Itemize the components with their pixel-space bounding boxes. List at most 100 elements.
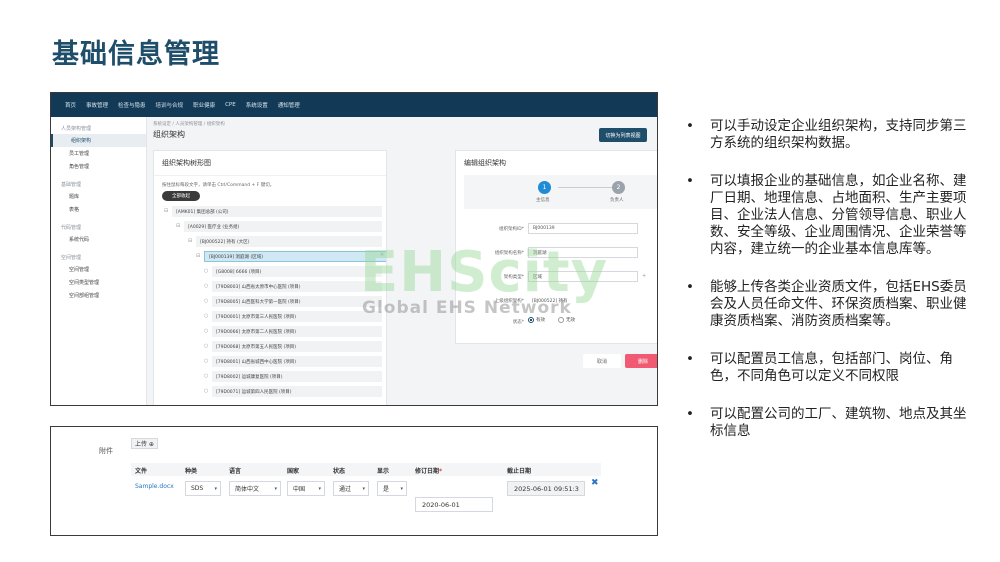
tree-node[interactable]: [A0029] 医疗业 (业务组) [184,221,382,232]
column-header: 国家 [287,468,300,475]
leaf-circle-icon: ○ [204,388,209,394]
column-header-text: 修订日期 [415,468,440,475]
feature-item: • 可以填报企业的基础信息，如企业名称、建厂日期、地理信息、占地面积、生产主要项目… [686,173,976,258]
sidebar-item-org[interactable]: 组织架构 [51,134,146,147]
tree-node[interactable]: [79D0068] 太原市第五人民医院 (项目) [212,341,382,352]
column-header: 显示 [377,468,390,475]
leaf-circle-icon: ○ [204,298,209,304]
nav-item[interactable]: 首页 [65,101,76,109]
breadcrumb[interactable]: 系统设定 / 人员架构管理 / 组织架构 [153,121,225,127]
sidebar-item-employees[interactable]: 员工管理 [51,147,146,160]
sidebar: 人员架构管理 组织架构 员工管理 角色管理 基础管理 题库 表格 代码管理 系统… [51,117,147,405]
expiry-date-input[interactable]: 2025-06-01 09:51:3 [507,481,585,496]
sidebar-item-space[interactable]: 空间管理 [51,263,146,276]
feature-text: 能够上传各类企业资质文件，包括EHS委员会及人员任命文件、环保资质档案、职业健康… [710,279,967,329]
feature-item: • 可以配置员工信息，包括部门、岗位、角色，不同角色可以定义不同权限 [686,351,976,385]
sidebar-item-space-type[interactable]: 空间类型管理 [51,276,146,289]
sidebar-group-title: 人员架构管理 [61,126,92,132]
top-nav: 首页 事故管理 检查与隐患 培训与合规 职业健康 CPE 系统设置 通知管理 [51,93,657,117]
nav-item[interactable]: 职业健康 [193,101,215,109]
display-select[interactable]: 是 ▾ [377,481,407,496]
tree-node[interactable]: [79D8003] 山西省太原市中心医院 (项目) [212,281,382,292]
collapse-all-button[interactable]: 全部收起 [162,191,200,201]
status-select[interactable]: 通过 ▾ [333,481,369,496]
collapse-toggle-icon[interactable]: ⊟ [196,253,200,259]
org-id-field[interactable]: BJ000139 [528,223,638,234]
language-select[interactable]: 简体中文 ▾ [229,481,281,496]
sidebar-item-system-code[interactable]: 系统代码 [51,233,146,246]
leaf-circle-icon: ○ [204,328,209,334]
step-dot[interactable]: 1 [538,181,551,194]
attachment-screenshot: 附件 上传 ⊕ 文件 种类 语言 国家 状态 显示 修订日期* 截止日期 Sam… [50,426,658,536]
column-header: 文件 [135,468,148,475]
tree-node[interactable]: [79D0071] 运城第四人民医院 (项目) [212,386,382,397]
upload-button[interactable]: 上传 ⊕ [131,438,158,449]
sidebar-item-forms[interactable]: 表格 [51,203,146,216]
tree-node[interactable]: [79D0066] 太原市第二人民医院 (项目) [212,326,382,337]
column-header: 种类 [185,468,198,475]
feature-text: 可以填报企业的基础信息，如企业名称、建厂日期、地理信息、占地面积、生产主要项目、… [710,173,967,257]
feature-text: 可以配置员工信息，包括部门、岗位、角色，不同角色可以定义不同权限 [710,351,953,384]
step-connector [558,187,612,188]
watermark-logo: EHScity [360,240,609,305]
sidebar-group-title: 基础管理 [61,182,82,188]
collapse-toggle-icon[interactable]: ⊟ [188,238,192,244]
sidebar-group-title: 代码管理 [61,225,82,231]
nav-item[interactable]: 系统设置 [246,101,268,109]
file-link[interactable]: Sample.docx [135,483,174,490]
status-label: 状态* [512,320,524,325]
step-indicator: 1 2 主信息 负责人 [464,175,657,209]
tree-node[interactable]: [BJ000522] 持有 (大区) [196,236,382,247]
caret-down-icon: ▾ [214,485,217,492]
bullet-icon: • [686,118,694,134]
cancel-button[interactable]: 取消 [583,354,621,368]
add-icon[interactable]: + [642,273,646,279]
leaf-circle-icon: ○ [204,358,209,364]
country-select[interactable]: 中国 ▾ [287,481,325,496]
tree-node[interactable]: [79D8002] 运城康复医院 (项目) [212,371,382,382]
org-tree-panel: 组织架构树形图 按住鼠标每段文字，请单击 Ctrl/Command + F 键切… [153,150,387,405]
sidebar-item-roles[interactable]: 角色管理 [51,160,146,173]
required-asterisk: * [439,468,443,475]
leaf-circle-icon: ○ [204,373,209,379]
feature-item: • 可以手动设定企业组织架构，支持同步第三方系统的组织架构数据。 [686,118,976,152]
status-value: 通过 [339,486,352,493]
tree-node[interactable]: [G8008] 6666 (项目) [212,266,382,277]
step-dot[interactable]: 2 [612,181,625,194]
type-select[interactable]: SDS ▾ [185,481,221,496]
remove-icon[interactable]: ✖ [591,478,599,488]
bullet-icon: • [686,279,694,295]
leaf-circle-icon: ○ [204,343,209,349]
revision-date-input[interactable]: 2020-06-01 [415,497,493,512]
tree-node[interactable]: [79D8001] 山西省城西中心医院 (项目) [212,356,382,367]
sidebar-item-space-group[interactable]: 空间部组管理 [51,289,146,302]
nav-item[interactable]: 通知管理 [278,101,300,109]
tree-node[interactable]: [AMK01] 集团总部 (公司) [172,206,382,217]
feature-item: • 可以配置公司的工厂、建筑物、地点及其坐标信息 [686,406,976,440]
watermark-tagline: Global EHS Network [362,298,572,318]
tree-node[interactable]: [79D0001] 太原市第三人民医院 (项目) [212,311,382,322]
step-label: 主信息 [536,198,550,203]
switch-view-button[interactable]: 切换为列表视图 [599,128,647,142]
sidebar-group-title: 空间管理 [61,255,82,261]
column-header-required: 修订日期* [415,466,442,475]
page-title: 组织架构 [153,130,185,139]
column-header: 截止日期 [507,468,532,475]
language-value: 简体中文 [235,486,260,493]
bullet-icon: • [686,406,694,422]
delete-button[interactable]: 删除 [625,354,657,368]
step-label: 负责人 [610,198,624,203]
tree-hint: 按住鼠标每段文字，请单击 Ctrl/Command + F 键切。 [162,183,275,188]
nav-item[interactable]: 事故管理 [86,101,108,109]
display-value: 是 [383,486,390,493]
sidebar-item-question-bank[interactable]: 题库 [51,190,146,203]
collapse-toggle-icon[interactable]: ⊟ [164,208,168,214]
collapse-toggle-icon[interactable]: ⊟ [176,223,180,229]
country-value: 中国 [293,486,306,493]
nav-item[interactable]: 培训与合规 [156,101,184,109]
nav-item[interactable]: CPE [225,102,236,108]
type-value: SDS [191,485,204,492]
feature-text: 可以配置公司的工厂、建筑物、地点及其坐标信息 [710,406,967,439]
tree-node[interactable]: [79D8005] 山西医科大学第一医院 (项目) [212,296,382,307]
nav-item[interactable]: 检查与隐患 [118,101,146,109]
